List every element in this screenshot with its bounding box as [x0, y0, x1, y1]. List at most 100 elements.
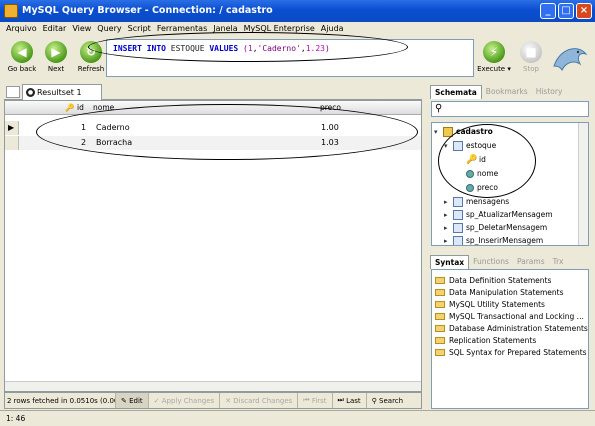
tree-item-procedure[interactable]: ▸ sp_AtualizarMensagem: [444, 208, 553, 221]
tree-item-field[interactable]: preco: [466, 181, 498, 194]
folder-icon: [435, 312, 445, 320]
menu-bar: Arquivo Editar View Query Script Ferrame…: [0, 22, 595, 36]
edit-button[interactable]: ✎ Edit: [115, 393, 148, 408]
procedure-icon: [453, 222, 463, 233]
tab-schemata[interactable]: Schemata: [430, 85, 482, 99]
column-header-id[interactable]: id: [77, 103, 84, 112]
last-button[interactable]: ⏭ Last: [331, 393, 366, 408]
menu-janela[interactable]: Janela: [210, 22, 240, 36]
tree-item-table[interactable]: ▾ estoque: [444, 139, 496, 152]
cell-preco[interactable]: 1.00: [321, 123, 339, 132]
sql-query-editor[interactable]: INSERT INTO ESTOQUE VALUES (1,'Caderno',…: [106, 39, 474, 77]
key-icon: 🔑: [466, 154, 478, 165]
list-item[interactable]: MySQL Transactional and Locking ...: [435, 310, 584, 322]
go-back-label: Go back: [7, 65, 37, 73]
refresh-icon: ↻: [80, 41, 102, 63]
title-bar: MySQL Query Browser - Connection: / cada…: [0, 0, 595, 22]
table-icon: [453, 140, 463, 151]
row-selector[interactable]: [5, 136, 19, 150]
tab-syntax[interactable]: Syntax: [430, 255, 470, 269]
maximize-button[interactable]: □: [558, 3, 574, 19]
menu-ferramentas[interactable]: Ferramentas: [154, 22, 210, 36]
menu-view[interactable]: View: [69, 22, 94, 36]
sql-close-paren: ): [324, 44, 330, 53]
schemata-tabstrip: Schemata Bookmarks History: [430, 85, 591, 99]
next-button[interactable]: ▶ Next: [37, 38, 75, 78]
list-item[interactable]: Replication Statements: [435, 334, 536, 346]
expand-icon: ▸: [444, 223, 448, 232]
tree-item-field[interactable]: 🔑 id: [466, 153, 486, 166]
folder-icon: [435, 288, 445, 296]
cell-preco[interactable]: 1.03: [321, 138, 339, 147]
cell-id[interactable]: 2: [81, 138, 86, 147]
collapse-icon: ▾: [434, 127, 438, 136]
schema-tree: ▾ cadastro ▾ estoque 🔑 id nome preco ▸ mensa…: [431, 122, 589, 246]
arrow-right-icon: ▶: [45, 41, 67, 63]
editor-status-bar: 1: 46: [0, 410, 595, 426]
tab-resultset-1[interactable]: ● Resultset 1: [22, 84, 102, 100]
menu-mysql-enterprise[interactable]: MySQL Enterprise: [241, 22, 318, 36]
tab-bookmarks[interactable]: Bookmarks: [482, 85, 532, 99]
column-header-nome[interactable]: nome: [93, 103, 114, 112]
stop-icon: ■: [520, 41, 542, 63]
current-row-arrow-icon: ▶: [8, 123, 15, 132]
tab-trx[interactable]: Trx: [549, 255, 568, 269]
table-row[interactable]: 2 Borracha 1.03: [5, 136, 421, 150]
list-item[interactable]: SQL Syntax for Prepared Statements: [435, 346, 587, 358]
next-label: Next: [47, 65, 65, 73]
pencil-icon: ✎: [121, 396, 130, 405]
go-back-button[interactable]: ◀ Go back: [3, 38, 41, 78]
column-header-preco[interactable]: preco: [320, 103, 341, 112]
tree-item-db[interactable]: ▾ cadastro: [434, 125, 493, 138]
tab-params[interactable]: Params: [513, 255, 549, 269]
tree-item-procedure[interactable]: ▸ sp_InserirMensagem: [444, 234, 543, 245]
search-button[interactable]: ⚲ Search: [365, 393, 408, 408]
execute-label: Execute ▾: [477, 65, 511, 73]
menu-editar[interactable]: Editar: [40, 22, 70, 36]
binoculars-icon: ⚲: [371, 396, 380, 405]
tab-history[interactable]: History: [532, 85, 567, 99]
procedure-icon: [453, 235, 463, 245]
tab-resultset-label: Resultset 1: [37, 88, 82, 97]
field-icon: [466, 169, 474, 178]
x-icon: ✕: [225, 396, 234, 405]
grid-horizontal-scrollbar[interactable]: [5, 381, 421, 391]
list-item[interactable]: Data Manipulation Statements: [435, 286, 564, 298]
list-item[interactable]: Database Administration Statements: [435, 322, 588, 334]
execute-button[interactable]: ⚡ Execute ▾: [474, 38, 514, 78]
tree-vertical-scrollbar[interactable]: [578, 123, 588, 245]
tree-item-procedure[interactable]: ▸ sp_DeletarMensagem: [444, 221, 547, 234]
tree-item-field[interactable]: nome: [466, 167, 498, 180]
sql-keyword-insert-into: INSERT INTO: [113, 44, 171, 53]
tab-functions[interactable]: Functions: [469, 255, 513, 269]
stop-button[interactable]: ■ Stop: [512, 38, 550, 78]
list-item[interactable]: Data Definition Statements: [435, 274, 551, 286]
cell-nome[interactable]: Caderno: [96, 123, 130, 132]
menu-query[interactable]: Query: [94, 22, 124, 36]
cell-id[interactable]: 1: [81, 123, 86, 132]
schema-search-input[interactable]: ⚲: [431, 101, 589, 117]
new-tab-icon[interactable]: [6, 86, 20, 98]
refresh-label: Refresh: [77, 65, 105, 73]
table-row[interactable]: ▶ 1 Caderno 1.00: [5, 121, 421, 135]
minimize-button[interactable]: _: [540, 3, 556, 19]
menu-script[interactable]: Script: [125, 22, 154, 36]
folder-icon: [435, 300, 445, 308]
lightning-icon: ⚡: [483, 41, 505, 63]
apply-changes-button[interactable]: ✓ Apply Changes: [147, 393, 220, 408]
last-icon: ⏭: [337, 396, 347, 404]
table-icon: [453, 196, 463, 207]
resultset-icon: ●: [26, 88, 35, 97]
list-item[interactable]: MySQL Utility Statements: [435, 298, 545, 310]
cell-nome[interactable]: Borracha: [96, 138, 132, 147]
window-title: MySQL Query Browser - Connection: / cada…: [22, 5, 273, 16]
database-icon: [443, 126, 453, 137]
arrow-left-icon: ◀: [11, 41, 33, 63]
discard-changes-button[interactable]: ✕ Discard Changes: [219, 393, 297, 408]
tree-item-table[interactable]: ▸ mensagens: [444, 195, 509, 208]
close-button[interactable]: ×: [576, 3, 592, 19]
menu-ajuda[interactable]: Ajuda: [318, 22, 347, 36]
first-button[interactable]: ⏮ First: [297, 393, 331, 408]
menu-arquivo[interactable]: Arquivo: [3, 22, 40, 36]
refresh-button[interactable]: ↻ Refresh: [72, 38, 110, 78]
